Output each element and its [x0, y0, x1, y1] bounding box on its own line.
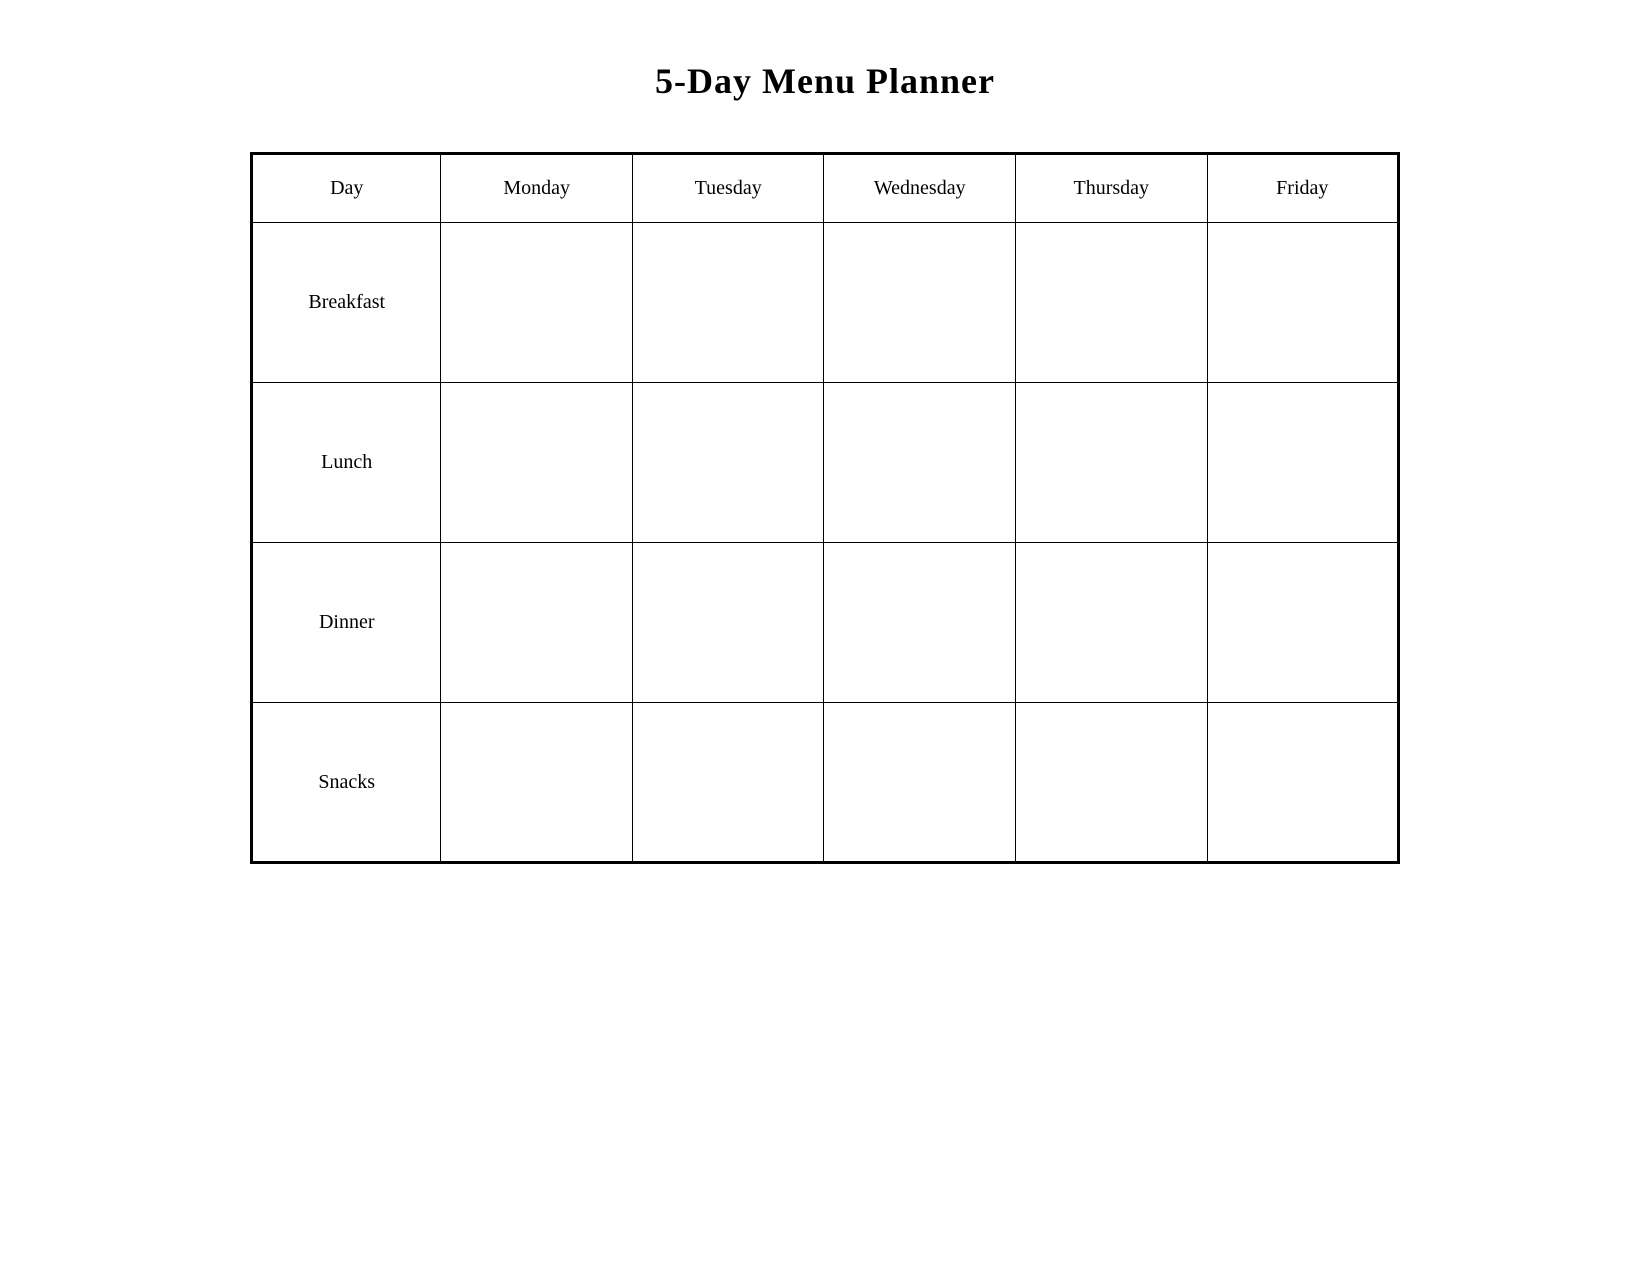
cell-dinner-wednesday[interactable] — [824, 543, 1016, 703]
cell-lunch-wednesday[interactable] — [824, 383, 1016, 543]
header-wednesday: Wednesday — [824, 154, 1016, 223]
cell-lunch-monday[interactable] — [441, 383, 632, 543]
cell-breakfast-friday[interactable] — [1207, 223, 1398, 383]
cell-dinner-monday[interactable] — [441, 543, 632, 703]
cell-breakfast-monday[interactable] — [441, 223, 632, 383]
meal-row: Lunch — [252, 383, 1399, 543]
cell-snacks-tuesday[interactable] — [632, 703, 823, 863]
cell-dinner-friday[interactable] — [1207, 543, 1398, 703]
meal-label-breakfast: Breakfast — [252, 223, 441, 383]
meal-label-dinner: Dinner — [252, 543, 441, 703]
header-friday: Friday — [1207, 154, 1398, 223]
cell-snacks-thursday[interactable] — [1016, 703, 1208, 863]
meal-row: Snacks — [252, 703, 1399, 863]
cell-lunch-friday[interactable] — [1207, 383, 1398, 543]
cell-dinner-thursday[interactable] — [1016, 543, 1208, 703]
header-tuesday: Tuesday — [632, 154, 823, 223]
page-title: 5-Day Menu Planner — [655, 60, 995, 102]
cell-snacks-wednesday[interactable] — [824, 703, 1016, 863]
cell-snacks-friday[interactable] — [1207, 703, 1398, 863]
header-thursday: Thursday — [1016, 154, 1208, 223]
meal-label-snacks: Snacks — [252, 703, 441, 863]
cell-lunch-tuesday[interactable] — [632, 383, 823, 543]
meal-label-lunch: Lunch — [252, 383, 441, 543]
cell-breakfast-tuesday[interactable] — [632, 223, 823, 383]
header-row: Day Monday Tuesday Wednesday Thursday Fr… — [252, 154, 1399, 223]
cell-snacks-monday[interactable] — [441, 703, 632, 863]
cell-lunch-thursday[interactable] — [1016, 383, 1208, 543]
meal-row: Dinner — [252, 543, 1399, 703]
header-monday: Monday — [441, 154, 632, 223]
cell-dinner-tuesday[interactable] — [632, 543, 823, 703]
header-day: Day — [252, 154, 441, 223]
cell-breakfast-thursday[interactable] — [1016, 223, 1208, 383]
meal-row: Breakfast — [252, 223, 1399, 383]
menu-planner-table: Day Monday Tuesday Wednesday Thursday Fr… — [250, 152, 1400, 864]
cell-breakfast-wednesday[interactable] — [824, 223, 1016, 383]
